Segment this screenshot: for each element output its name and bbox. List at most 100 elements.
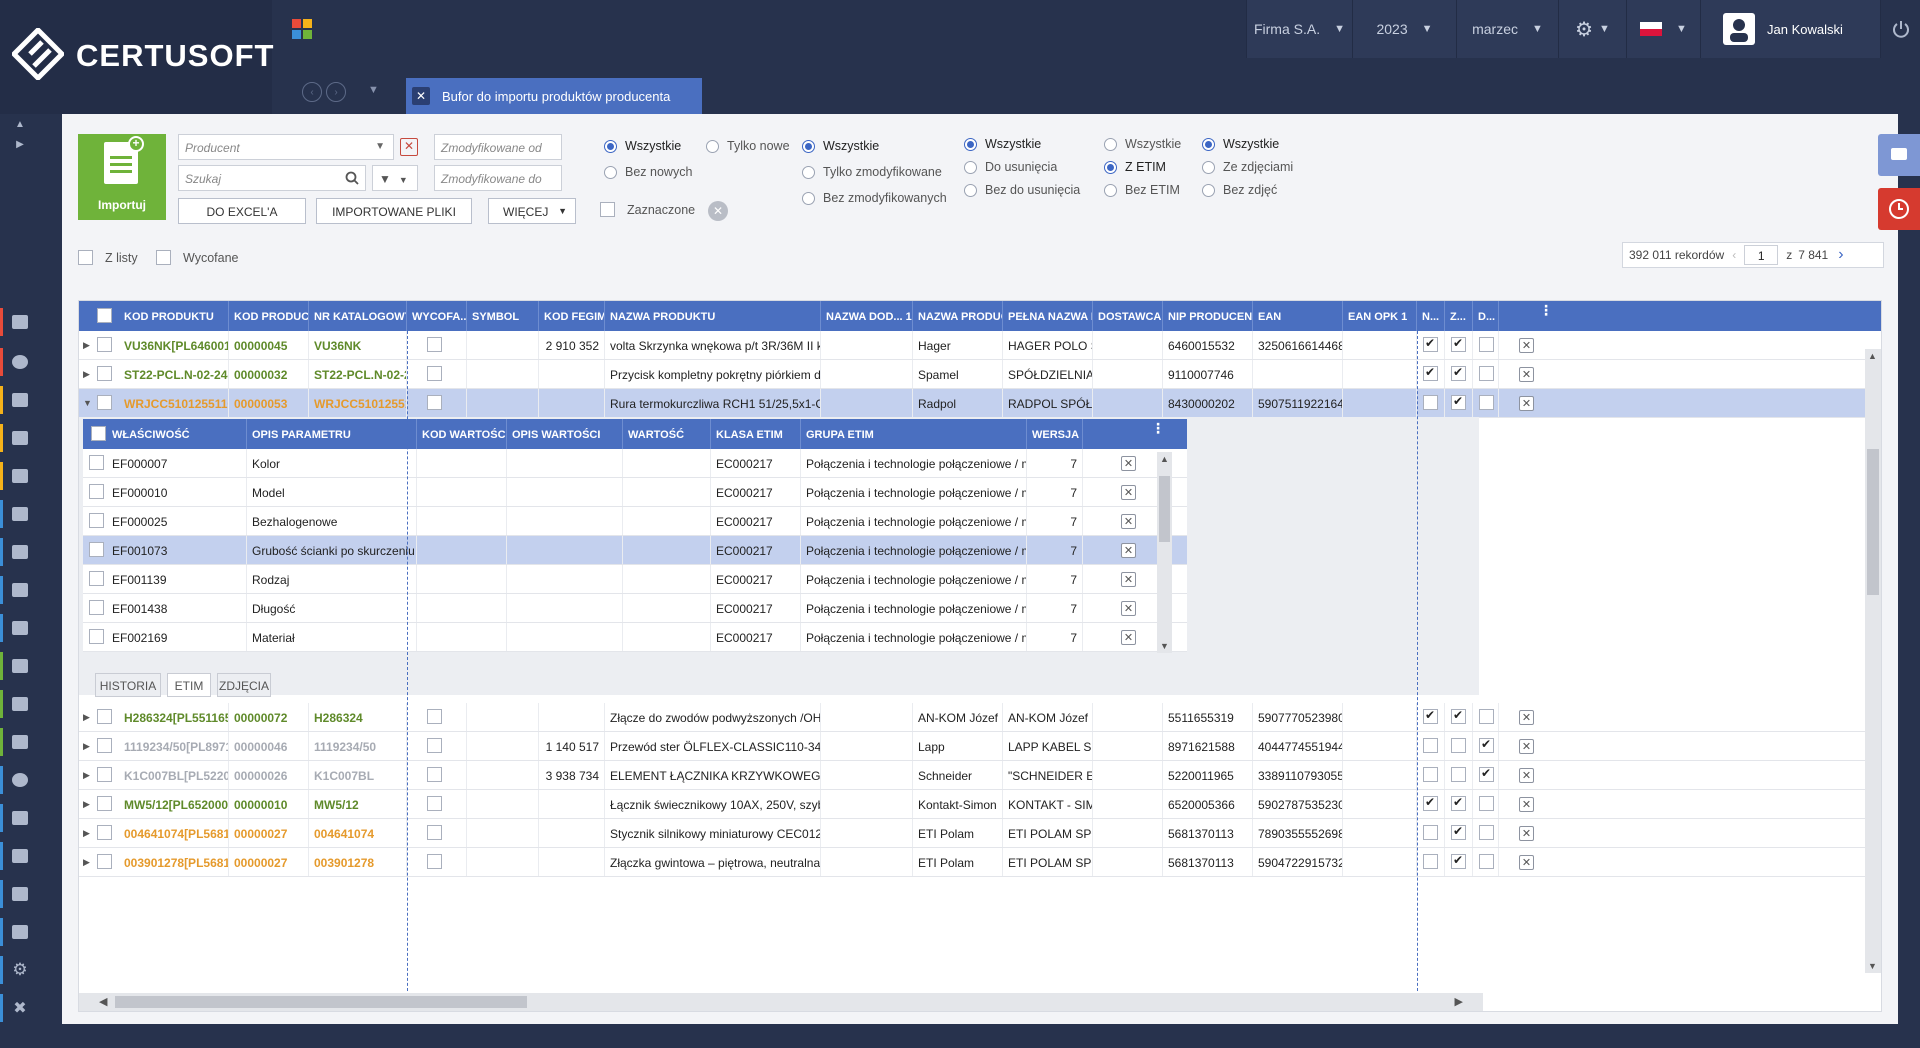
- subgrid-row[interactable]: EF000007 Kolor EC000217 Połączenia i techno…: [83, 449, 1187, 478]
- radio-photo-all[interactable]: Wszystkie: [1202, 137, 1279, 151]
- column-header[interactable]: KOD PRODUC...: [229, 301, 309, 331]
- flag-n-checkbox[interactable]: [1423, 365, 1438, 381]
- radio-mod-without[interactable]: Bez zmodyfikowanych: [802, 191, 947, 205]
- column-header[interactable]: D...: [1473, 301, 1499, 331]
- chevron-down-icon[interactable]: ▼: [368, 84, 379, 96]
- filter-dropdown[interactable]: ▼ ▼: [372, 165, 418, 191]
- forward-icon[interactable]: ›: [326, 82, 346, 102]
- imported-files-button[interactable]: IMPORTOWANE PLIKI: [316, 198, 472, 224]
- export-excel-button[interactable]: DO EXCEL'A: [178, 198, 306, 224]
- sidebar-item-settings[interactable]: ⚙: [0, 952, 40, 988]
- row-checkbox[interactable]: [97, 767, 112, 782]
- next-page-icon[interactable]: ›: [1838, 246, 1843, 264]
- column-header[interactable]: N...: [1417, 301, 1445, 331]
- more-button[interactable]: WIĘCEJ ▼: [488, 198, 576, 224]
- table-row[interactable]: ▶ ST22-PCL.N-02-24-L...00000032ST22-PCL.N…: [79, 360, 1881, 389]
- remove-row-icon[interactable]: ✕: [1519, 367, 1534, 382]
- sidebar-item-tools[interactable]: ✖: [0, 990, 40, 1026]
- radio-etim-all[interactable]: Wszystkie: [1104, 137, 1181, 151]
- table-row[interactable]: ▶ 003901278[PL56813...00000027003901278 Zł…: [79, 848, 1881, 877]
- column-header[interactable]: NAZWA PRODUKTU: [605, 301, 821, 331]
- withdrawn-checkbox[interactable]: [427, 709, 442, 724]
- flag-z-checkbox[interactable]: [1451, 336, 1466, 352]
- column-header[interactable]: EAN: [1253, 301, 1343, 331]
- subgrid-row[interactable]: EF001139 Rodzaj EC000217 Połączenia i techn…: [83, 565, 1187, 594]
- modified-to-input[interactable]: Zmodyfikowane do: [434, 165, 562, 191]
- remove-row-icon[interactable]: ✕: [1519, 855, 1534, 870]
- table-row[interactable]: ▼ WRJCC51012551100...00000053WRJCC5101255…: [79, 389, 1881, 418]
- sidebar-item-marketing[interactable]: [0, 572, 40, 608]
- subgrid-column-header[interactable]: GRUPA ETIM: [801, 419, 1027, 449]
- column-menu-icon[interactable]: ⋮: [1151, 421, 1165, 435]
- subtab-0[interactable]: HISTORIA: [95, 673, 161, 697]
- remove-row-icon[interactable]: ✕: [1519, 739, 1534, 754]
- column-header[interactable]: WYCOFA...: [407, 301, 467, 331]
- flag-z-checkbox[interactable]: [1451, 365, 1466, 381]
- column-header[interactable]: NIP PRODUCENTA: [1163, 301, 1253, 331]
- subgrid-row[interactable]: EF001438 Długość EC000217 Połączenia i tech…: [83, 594, 1187, 623]
- column-header[interactable]: Z...: [1445, 301, 1473, 331]
- row-checkbox[interactable]: [89, 571, 104, 586]
- column-header[interactable]: NR KATALOGOWY: [309, 301, 407, 331]
- remove-row-icon[interactable]: ✕: [1519, 338, 1534, 353]
- expand-row-icon[interactable]: ▶: [83, 741, 90, 752]
- withdrawn-checkbox[interactable]: [427, 796, 442, 811]
- withdrawn-checkbox[interactable]: [427, 825, 442, 840]
- withdrawn-checkbox[interactable]: [427, 395, 442, 410]
- column-header[interactable]: KOD PRODUKTU: [119, 301, 229, 331]
- user-menu[interactable]: Jan Kowalski: [1700, 0, 1880, 58]
- sidebar-item-documents[interactable]: [0, 382, 40, 418]
- sidebar-item-transfers[interactable]: [0, 458, 40, 494]
- flag-n-checkbox[interactable]: [1423, 825, 1438, 840]
- row-checkbox[interactable]: [89, 484, 104, 499]
- settings-menu[interactable]: ⚙ ▼: [1558, 0, 1626, 58]
- remove-row-icon[interactable]: ✕: [1519, 826, 1534, 841]
- remove-row-icon[interactable]: ✕: [1121, 456, 1136, 471]
- subtab-2[interactable]: ZDJĘCIA: [217, 673, 271, 697]
- language-select[interactable]: ▼: [1626, 0, 1700, 58]
- sidebar-item-toggles[interactable]: [0, 914, 40, 950]
- table-row[interactable]: ▶ 1119234/50[PL8971...000000461119234/50 1…: [79, 732, 1881, 761]
- flag-z-checkbox[interactable]: [1451, 824, 1466, 840]
- expand-right-icon[interactable]: ▶: [0, 134, 40, 154]
- grid-hscrollbar[interactable]: ◀ ▶: [79, 993, 1483, 1011]
- table-row[interactable]: ▶ K1C007BL[PL522001...00000026K1C007BL 3 9…: [79, 761, 1881, 790]
- sidebar-item-edit[interactable]: [0, 686, 40, 722]
- column-header[interactable]: KOD FEGIME: [539, 301, 605, 331]
- column-header[interactable]: NAZWA PRODUC...: [913, 301, 1003, 331]
- radio-mod-all[interactable]: Wszystkie: [802, 139, 879, 153]
- withdrawn-checkbox[interactable]: [427, 366, 442, 381]
- clear-producer-icon[interactable]: ✕: [400, 138, 418, 156]
- table-row[interactable]: ▶ VU36NK[PL6460015...00000045VU36NK 2 910 …: [79, 331, 1881, 360]
- sidebar-item-sliders[interactable]: [0, 876, 40, 912]
- subgrid-row[interactable]: EF001073 Grubość ścianki po skurczeniu EC0…: [83, 536, 1187, 565]
- radio-etim-with[interactable]: Z ETIM: [1104, 160, 1166, 174]
- apps-grid-icon[interactable]: [272, 0, 332, 58]
- withdrawn-checkbox[interactable]: Wycofane: [156, 250, 238, 265]
- flag-z-checkbox[interactable]: [1451, 767, 1466, 782]
- expand-row-icon[interactable]: ▶: [83, 770, 90, 781]
- flag-z-checkbox[interactable]: [1451, 795, 1466, 811]
- flag-z-checkbox[interactable]: [1451, 708, 1466, 724]
- radio-mod-only[interactable]: Tylko zmodyfikowane: [802, 165, 942, 179]
- search-input[interactable]: Szukaj: [178, 165, 366, 191]
- subgrid-select-all[interactable]: [91, 426, 106, 441]
- flag-d-checkbox[interactable]: [1479, 737, 1494, 753]
- flag-n-checkbox[interactable]: [1423, 854, 1438, 869]
- flag-n-checkbox[interactable]: [1423, 795, 1438, 811]
- radio-new-all[interactable]: Wszystkie: [604, 139, 681, 153]
- collapse-row-icon[interactable]: ▼: [83, 398, 92, 408]
- table-row[interactable]: ▶ MW5/12[PL6520005...00000010MW5/12 Łączni…: [79, 790, 1881, 819]
- from-list-checkbox[interactable]: Z listy: [78, 250, 138, 265]
- sidebar-item-invoices[interactable]: [0, 420, 40, 456]
- flag-z-checkbox[interactable]: [1451, 394, 1466, 410]
- expand-row-icon[interactable]: ▶: [83, 799, 90, 810]
- producer-select[interactable]: Producent ▼: [178, 134, 394, 160]
- power-icon[interactable]: [1880, 0, 1920, 58]
- flag-d-checkbox[interactable]: [1479, 825, 1494, 840]
- close-icon[interactable]: ✕: [412, 87, 430, 105]
- remove-row-icon[interactable]: ✕: [1519, 396, 1534, 411]
- row-checkbox[interactable]: [89, 455, 104, 470]
- remove-row-icon[interactable]: ✕: [1121, 572, 1136, 587]
- subgrid-column-header[interactable]: WERSJA ...: [1027, 419, 1083, 449]
